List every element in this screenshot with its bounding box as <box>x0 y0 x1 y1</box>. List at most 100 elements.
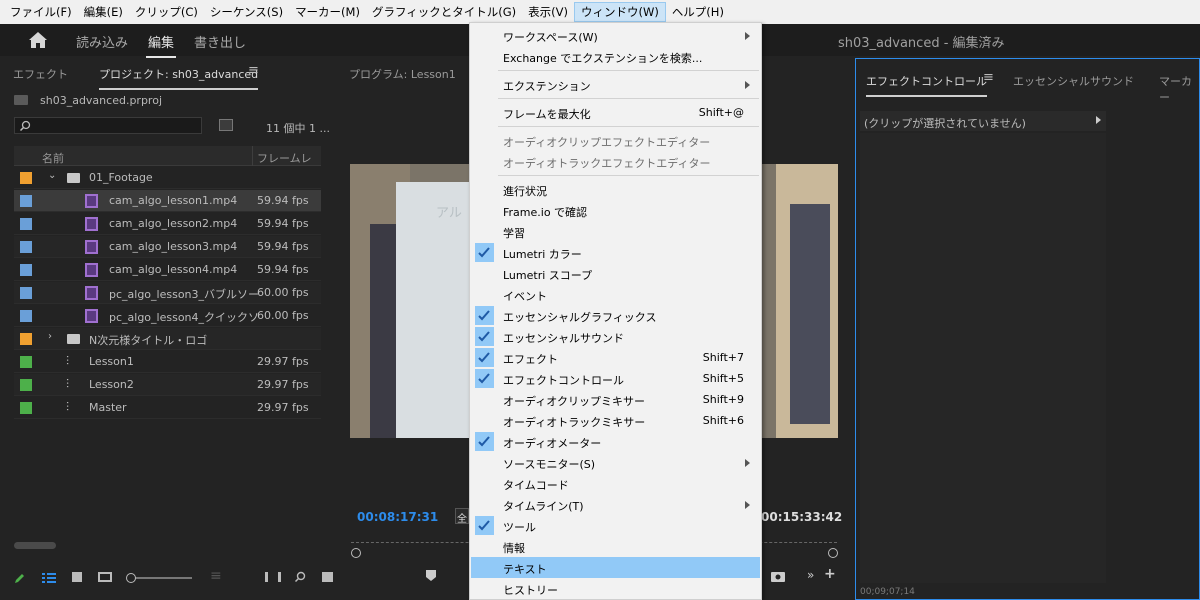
clip-row[interactable]: cam_algo_lesson3.mp4 59.94 fps <box>14 236 321 258</box>
horizontal-scrollbar[interactable] <box>14 542 56 549</box>
clip-row[interactable]: pc_algo_lesson3_バブルソー 60.00 fps <box>14 282 321 304</box>
tab-program[interactable]: プログラム: Lesson1 <box>349 66 456 82</box>
window-menu-item[interactable]: オーディオトラックミキサー Shift+6 <box>471 410 760 431</box>
window-menu-item[interactable]: Exchange でエクステンションを検索... <box>471 46 760 67</box>
more-controls-icon[interactable]: » <box>807 568 814 582</box>
bin-row[interactable]: ⌄ 01_Footage <box>14 167 321 189</box>
sequence-icon: ⫶ <box>66 377 70 391</box>
nav-export[interactable]: 書き出し <box>194 32 246 51</box>
icon-view-icon[interactable] <box>72 572 82 582</box>
menu-item-4[interactable]: マーカー(M) <box>289 2 366 22</box>
window-menu-item[interactable]: Lumetri カラー <box>471 242 760 263</box>
find-bin-icon[interactable] <box>219 119 233 131</box>
column-name[interactable]: 名前 <box>42 150 64 166</box>
tab-effect-controls[interactable]: エフェクトコントロール <box>866 73 987 97</box>
new-bin-icon[interactable] <box>322 572 333 582</box>
pencil-icon[interactable] <box>14 572 26 584</box>
play-only-icon[interactable] <box>1096 116 1101 124</box>
label-color-swatch[interactable] <box>20 172 32 184</box>
clip-row[interactable]: pc_algo_lesson4_クイックソ 60.00 fps <box>14 305 321 327</box>
window-menu-item[interactable]: イベント <box>471 284 760 305</box>
chevron-right-icon[interactable]: › <box>48 331 52 342</box>
nav-edit[interactable]: 編集 <box>145 32 177 58</box>
add-button-icon[interactable]: + <box>824 566 836 582</box>
camera-icon[interactable] <box>771 570 785 582</box>
menu-item-5[interactable]: グラフィックとタイトル(G) <box>366 2 522 22</box>
window-menu-item[interactable]: ツール <box>471 515 760 536</box>
checkmark-icon <box>475 348 494 367</box>
zoom-slider[interactable] <box>128 577 192 579</box>
clip-row[interactable]: cam_algo_lesson1.mp4 59.94 fps <box>14 190 321 212</box>
clip-row[interactable]: cam_algo_lesson2.mp4 59.94 fps <box>14 213 321 235</box>
window-menu-item[interactable]: エッセンシャルサウンド <box>471 326 760 347</box>
sequence-row[interactable]: ⫶ Lesson1 29.97 fps <box>14 351 321 373</box>
item-name: cam_algo_lesson2.mp4 <box>109 217 238 230</box>
label-color-swatch[interactable] <box>20 379 32 391</box>
find-icon[interactable] <box>294 571 306 583</box>
label-color-swatch[interactable] <box>20 264 32 276</box>
menu-item-8[interactable]: ヘルプ(H) <box>666 2 730 22</box>
tab-project[interactable]: プロジェクト: sh03_advanced <box>99 66 259 90</box>
playhead-start-handle[interactable] <box>351 548 361 558</box>
window-menu-item[interactable]: Frame.io で確認 <box>471 200 760 221</box>
nav-import[interactable]: 読み込み <box>76 32 128 51</box>
sort-icon[interactable]: ≡ <box>210 568 222 584</box>
menu-item-7[interactable]: ウィンドウ(W) <box>573 2 666 22</box>
menu-item-2[interactable]: クリップ(C) <box>129 2 204 22</box>
menu-item-3[interactable]: シーケンス(S) <box>204 2 289 22</box>
window-menu-item[interactable]: エクステンション <box>471 74 760 95</box>
menu-item-6[interactable]: 表示(V) <box>522 2 574 22</box>
window-menu-item[interactable]: ソースモニター(S) <box>471 452 760 473</box>
window-menu-item[interactable]: オーディオメーター <box>471 431 760 452</box>
playhead-end-handle[interactable] <box>828 548 838 558</box>
automate-sequence-icon[interactable] <box>265 572 281 582</box>
home-icon[interactable] <box>28 31 48 49</box>
label-color-swatch[interactable] <box>20 218 32 230</box>
window-menu-item[interactable]: 進行状況 <box>471 179 760 200</box>
menu-item-1[interactable]: 編集(E) <box>78 2 129 22</box>
window-menu-item[interactable]: 情報 <box>471 536 760 557</box>
clip-row[interactable]: cam_algo_lesson4.mp4 59.94 fps <box>14 259 321 281</box>
menu-item-0[interactable]: ファイル(F) <box>4 2 78 22</box>
tab-markers[interactable]: マーカー <box>1159 73 1199 105</box>
current-timecode[interactable]: 00:08:17:31 <box>357 510 438 524</box>
window-menu-item[interactable]: エッセンシャルグラフィックス <box>471 305 760 326</box>
search-input[interactable] <box>14 117 202 134</box>
window-menu-item[interactable]: タイムライン(T) <box>471 494 760 515</box>
label-color-swatch[interactable] <box>20 287 32 299</box>
window-menu-item[interactable]: エフェクト Shift+7 <box>471 347 760 368</box>
list-view-icon[interactable] <box>42 572 56 584</box>
label-color-swatch[interactable] <box>20 333 32 345</box>
tab-effects[interactable]: エフェクト <box>13 66 68 82</box>
window-menu-item[interactable]: フレームを最大化 Shift+@ <box>471 102 760 123</box>
label-color-swatch[interactable] <box>20 195 32 207</box>
item-name: Lesson2 <box>89 378 134 391</box>
fit-dropdown[interactable]: 全 <box>455 508 469 525</box>
panel-menu-icon[interactable]: ≡ <box>983 70 994 85</box>
checkmark-icon <box>475 516 494 535</box>
label-color-swatch[interactable] <box>20 310 32 322</box>
window-menu-item[interactable]: Lumetri スコープ <box>471 263 760 284</box>
window-menu-item[interactable]: オーディオクリップミキサー Shift+9 <box>471 389 760 410</box>
menu-item-label: ワークスペース(W) <box>503 31 598 44</box>
label-color-swatch[interactable] <box>20 402 32 414</box>
label-color-swatch[interactable] <box>20 241 32 253</box>
sequence-row[interactable]: ⫶ Lesson2 29.97 fps <box>14 374 321 396</box>
chevron-down-icon[interactable]: ⌄ <box>48 170 56 181</box>
bin-row[interactable]: › N次元様タイトル・ロゴ <box>14 328 321 350</box>
window-menu-item[interactable]: タイムコード <box>471 473 760 494</box>
window-menu-item[interactable]: エフェクトコントロール Shift+5 <box>471 368 760 389</box>
tab-essential-sound[interactable]: エッセンシャルサウンド <box>1013 73 1134 89</box>
video-clip-icon <box>85 194 98 208</box>
sequence-row[interactable]: ⫶ Master 29.97 fps <box>14 397 321 419</box>
sequence-icon: ⫶ <box>66 400 70 414</box>
freeform-view-icon[interactable] <box>98 572 112 582</box>
window-menu-item[interactable]: ワークスペース(W) <box>471 25 760 46</box>
panel-menu-icon[interactable]: ≡ <box>248 63 259 78</box>
label-color-swatch[interactable] <box>20 356 32 368</box>
window-menu-item[interactable]: テキスト <box>471 557 760 578</box>
marker-icon[interactable] <box>426 570 436 582</box>
zoom-slider-handle[interactable] <box>126 573 136 583</box>
window-menu-item[interactable]: 学習 <box>471 221 760 242</box>
window-menu-item[interactable]: ヒストリー <box>471 578 760 599</box>
